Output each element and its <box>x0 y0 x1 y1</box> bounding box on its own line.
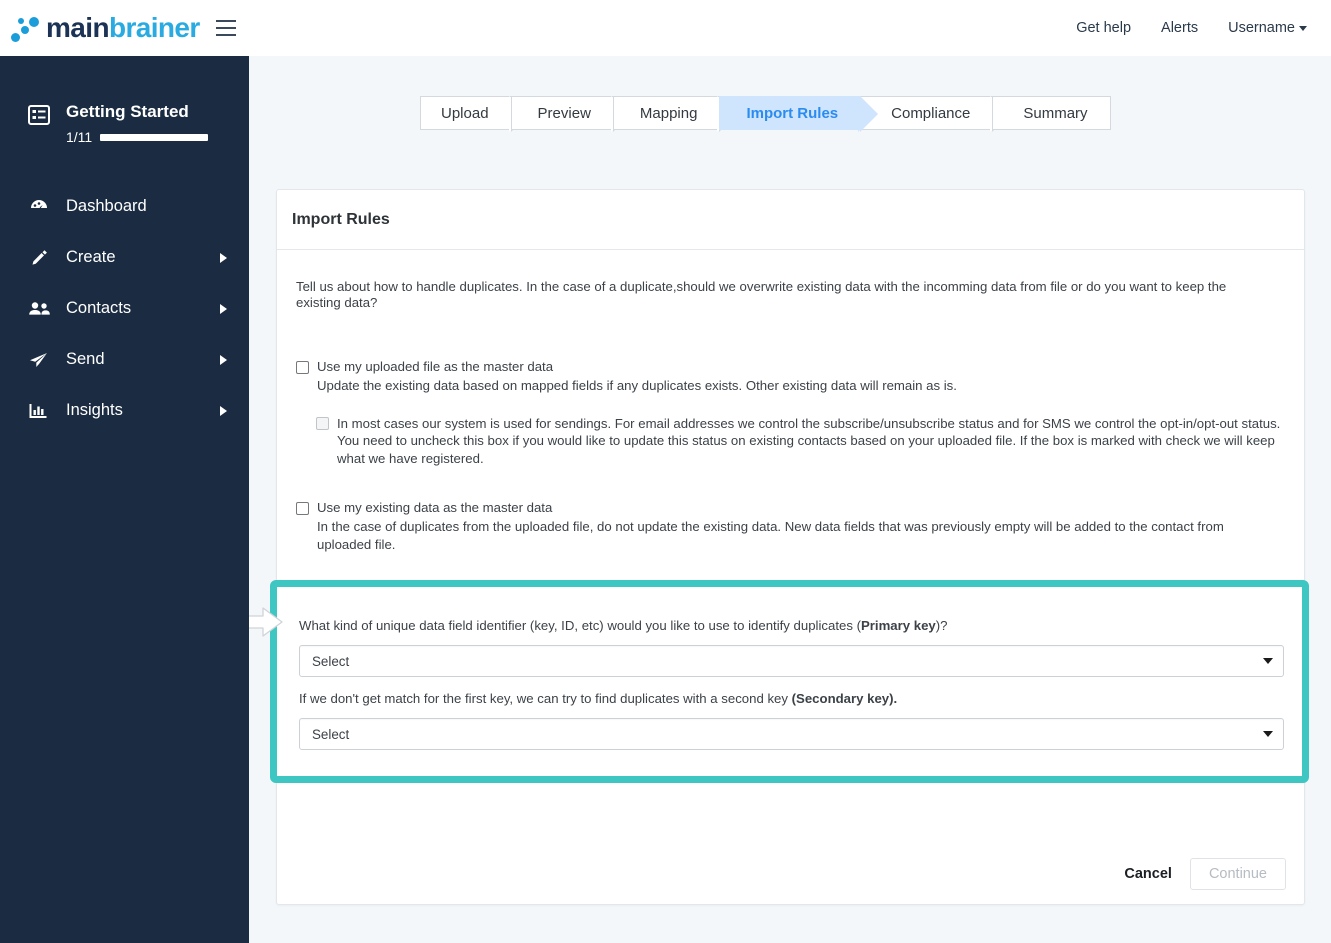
wizard-steps: Upload Preview Mapping Import Rules Comp… <box>420 96 1111 132</box>
primary-key-question-pre: What kind of unique data field identifie… <box>299 618 861 633</box>
sidebar-item-dashboard[interactable]: Dashboard <box>0 181 249 232</box>
getting-started-count: 1/11 <box>66 129 93 145</box>
wizard-step-import-rules[interactable]: Import Rules <box>719 96 879 132</box>
chevron-down-icon <box>1299 25 1307 31</box>
getting-started-title: Getting Started <box>66 102 189 121</box>
brand-logo[interactable]: mainbrainer <box>10 12 200 44</box>
sidebar-item-send-label: Send <box>66 350 105 368</box>
chevron-down-icon <box>1263 658 1273 664</box>
checkbox-existing-master-label: Use my existing data as the master data <box>317 500 553 515</box>
nav-username[interactable]: Username <box>1228 20 1307 36</box>
paper-plane-icon <box>28 349 52 371</box>
checkbox-keep-status-label: In most cases our system is used for sen… <box>337 415 1281 466</box>
import-rules-card: Import Rules Tell us about how to handle… <box>276 189 1305 905</box>
sidebar-item-create-label: Create <box>66 248 116 266</box>
primary-key-question-post: )? <box>935 618 948 633</box>
sidebar-item-insights[interactable]: Insights <box>0 385 249 436</box>
wizard-step-summary-label: Summary <box>1023 104 1088 122</box>
secondary-key-question-pre: If we don't get match for the first key,… <box>299 691 792 706</box>
wizard-step-preview-label: Preview <box>537 104 591 122</box>
sidebar-nav: Dashboard Create Contacts Send Insights <box>0 181 249 436</box>
checkbox-uploaded-master-label: Use my uploaded file as the master data <box>317 359 554 374</box>
sub-option-keep-status: In most cases our system is used for sen… <box>316 415 1287 468</box>
chevron-right-icon <box>220 303 227 314</box>
getting-started-progress-bar <box>100 133 209 141</box>
continue-button[interactable]: Continue <box>1189 858 1286 890</box>
sidebar-item-contacts-label: Contacts <box>66 299 132 317</box>
hamburger-menu-icon[interactable] <box>215 20 236 36</box>
intro-text: Tell us about how to handle duplicates. … <box>296 279 1227 310</box>
sidebar-item-create[interactable]: Create <box>0 232 249 283</box>
secondary-key-select-value: Select <box>312 726 350 742</box>
logo-text-brainer: brainer <box>108 12 200 43</box>
nav-get-help[interactable]: Get help <box>1076 20 1131 36</box>
wizard-step-preview[interactable]: Preview <box>510 96 631 132</box>
option-uploaded-master-description: Update the existing data based on mapped… <box>317 378 957 393</box>
cancel-button[interactable]: Cancel <box>1120 860 1176 888</box>
wizard-step-mapping-label: Mapping <box>639 104 698 122</box>
secondary-key-question-bold: (Secondary key). <box>791 691 898 706</box>
checkbox-keep-status[interactable] <box>316 416 329 430</box>
checkbox-uploaded-master[interactable] <box>296 361 309 374</box>
option-existing-master-description: In the case of duplicates from the uploa… <box>317 519 1224 552</box>
primary-key-highlight-region: What kind of unique data field identifie… <box>270 580 1309 783</box>
top-bar: mainbrainer Get help Alerts Username <box>0 0 1331 56</box>
wizard-step-compliance-label: Compliance <box>891 104 971 122</box>
people-icon <box>28 298 52 320</box>
page-title: Import Rules <box>292 210 390 228</box>
nav-get-help-label: Get help <box>1076 20 1132 36</box>
chevron-down-icon <box>1263 731 1273 737</box>
card-body: Tell us about how to handle duplicates. … <box>277 250 1304 553</box>
step-arrow-inner-icon <box>858 96 877 132</box>
option-uploaded-master: Use my uploaded file as the master data … <box>296 359 1287 467</box>
top-nav: Get help Alerts Username <box>1076 20 1307 36</box>
wizard-step-mapping[interactable]: Mapping <box>612 96 738 132</box>
card-footer: Cancel Continue <box>277 844 1304 904</box>
primary-key-select-value: Select <box>312 653 350 669</box>
wizard-step-summary[interactable]: Summary <box>992 96 1111 130</box>
secondary-key-question: If we don't get match for the first key,… <box>299 691 1282 707</box>
secondary-key-select[interactable]: Select <box>299 718 1284 750</box>
list-box-icon <box>28 105 50 125</box>
option-existing-master: Use my existing data as the master data … <box>296 500 1287 553</box>
pencil-icon <box>28 247 52 269</box>
wizard-step-import-rules-label: Import Rules <box>746 104 839 122</box>
gauge-icon <box>28 196 52 218</box>
sidebar: Getting Started 1/11 Dashboard Create Co… <box>0 56 249 943</box>
bar-chart-icon <box>28 400 52 422</box>
nav-username-label: Username <box>1228 20 1295 36</box>
sidebar-item-contacts[interactable]: Contacts <box>0 283 249 334</box>
sidebar-getting-started[interactable]: Getting Started 1/11 <box>0 102 249 145</box>
checkbox-existing-master[interactable] <box>296 502 309 515</box>
chevron-right-icon <box>220 252 227 263</box>
main-content: Upload Preview Mapping Import Rules Comp… <box>249 56 1331 943</box>
primary-key-question-bold: Primary key <box>860 618 936 633</box>
wizard-step-compliance[interactable]: Compliance <box>860 96 1011 132</box>
primary-key-question: What kind of unique data field identifie… <box>299 618 1282 634</box>
chevron-right-icon <box>220 405 227 416</box>
wizard-step-upload-label: Upload <box>441 104 489 122</box>
sidebar-item-send[interactable]: Send <box>0 334 249 385</box>
card-header: Import Rules <box>277 190 1304 250</box>
nav-alerts-label: Alerts <box>1161 20 1199 36</box>
chevron-right-icon <box>220 354 227 365</box>
sidebar-item-dashboard-label: Dashboard <box>66 197 147 215</box>
nav-alerts[interactable]: Alerts <box>1161 20 1198 36</box>
logo-dots-icon <box>10 13 44 43</box>
wizard-step-upload[interactable]: Upload <box>420 96 529 132</box>
logo-text-main: main <box>46 12 110 43</box>
sidebar-item-insights-label: Insights <box>66 401 123 419</box>
primary-key-select[interactable]: Select <box>299 645 1284 677</box>
